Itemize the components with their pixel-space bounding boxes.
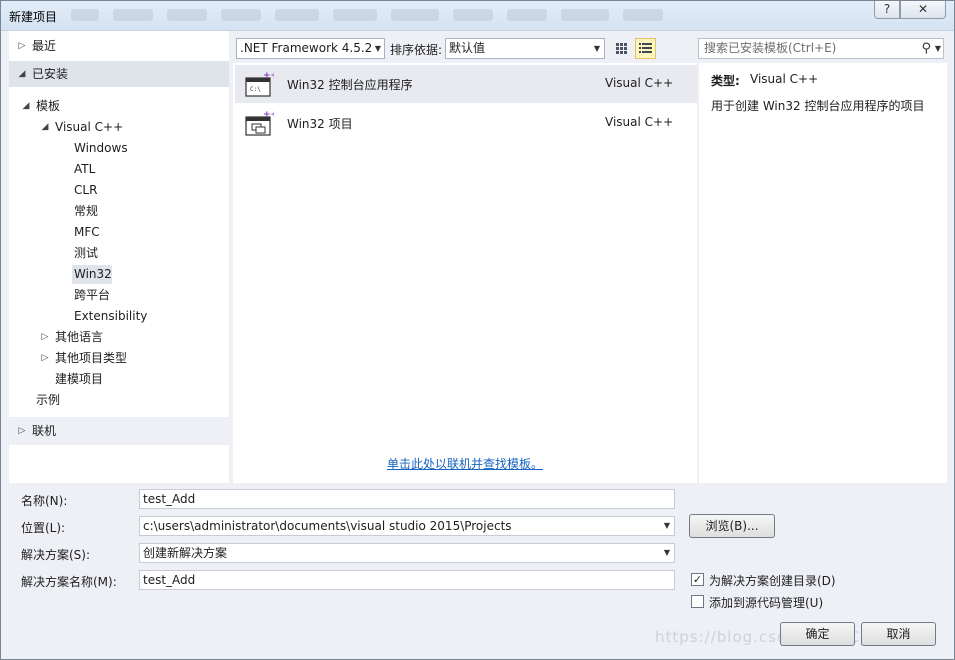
checkbox-checked-icon[interactable]: ✓ — [691, 573, 704, 586]
collapse-arrow-icon[interactable]: ◢ — [21, 96, 31, 117]
chevron-down-icon: ▼ — [374, 44, 381, 53]
collapse-arrow-icon[interactable]: ◢ — [17, 61, 27, 87]
grid-view-icon — [616, 43, 627, 54]
tree-item-mfc[interactable]: MFC — [9, 222, 229, 243]
search-input[interactable]: 搜索已安装模板(Ctrl+E) ⚲ ▼ — [698, 38, 944, 59]
expand-arrow-icon[interactable]: ▷ — [17, 418, 27, 444]
tree-item-recent[interactable]: ▷ 最近 — [9, 33, 229, 59]
grid-view-button[interactable] — [611, 38, 632, 59]
solution-name-label: 解决方案名称(M): — [21, 575, 117, 589]
template-item-console-app[interactable]: C:\ ++ Win32 控制台应用程序 Visual C++ — [235, 65, 697, 103]
blurred-background-text — [71, 9, 681, 23]
close-button[interactable]: ✕ — [900, 1, 946, 19]
expand-arrow-icon[interactable]: ▷ — [40, 348, 50, 369]
tree-item-clr[interactable]: CLR — [9, 180, 229, 201]
template-list: C:\ ++ Win32 控制台应用程序 Visual C++ ++ Win32… — [233, 63, 697, 483]
tree-item-win32[interactable]: Win32 — [9, 264, 229, 285]
help-button[interactable]: ? — [874, 1, 900, 19]
console-app-icon: C:\ ++ — [245, 71, 274, 97]
win32-project-icon: ++ — [245, 110, 274, 136]
tree-item-other-project-types[interactable]: ▷ 其他项目类型 — [9, 348, 229, 369]
chevron-down-icon: ▼ — [593, 44, 600, 53]
list-view-button[interactable] — [635, 38, 656, 59]
title-bar: 新建项目 ? ✕ — [1, 1, 954, 31]
template-description-pane: 类型: Visual C++ 用于创建 Win32 控制台应用程序的项目 — [699, 63, 947, 483]
chevron-down-icon[interactable]: ▼ — [664, 544, 670, 562]
project-name-field[interactable]: test_Add — [139, 489, 675, 509]
svg-text:++: ++ — [263, 110, 274, 120]
tree-item-atl[interactable]: ATL — [9, 159, 229, 180]
tree-item-installed[interactable]: ◢ 已安装 — [9, 61, 229, 87]
tree-item-extensibility[interactable]: Extensibility — [9, 306, 229, 327]
name-label: 名称(N): — [21, 494, 68, 508]
framework-dropdown[interactable]: .NET Framework 4.5.2 ▼ — [236, 38, 385, 59]
search-icon[interactable]: ⚲ — [921, 39, 931, 58]
find-templates-online-link[interactable]: 单击此处以联机并查找模板。 — [387, 455, 543, 472]
template-language: Visual C++ — [605, 76, 674, 90]
tree-item-templates[interactable]: ◢ 模板 — [9, 96, 229, 117]
chevron-down-icon[interactable]: ▼ — [935, 39, 941, 58]
location-combobox[interactable]: c:\users\administrator\documents\visual … — [139, 516, 675, 536]
location-label: 位置(L): — [21, 521, 66, 535]
solution-name-field[interactable]: test_Add — [139, 570, 675, 590]
solution-dropdown[interactable]: 创建新解决方案 ▼ — [139, 543, 675, 563]
checkbox-unchecked-icon[interactable] — [691, 595, 704, 608]
solution-label: 解决方案(S): — [21, 548, 91, 562]
expand-arrow-icon[interactable]: ▷ — [17, 33, 27, 59]
ok-button[interactable]: 确定 — [780, 622, 855, 646]
tree-item-visual-cpp[interactable]: ◢ Visual C++ — [9, 117, 229, 138]
template-category-tree: ▷ 最近 ◢ 已安装 ◢ 模板 ◢ Visual C++ Windows ATL… — [9, 31, 229, 483]
type-value: Visual C++ — [750, 72, 819, 86]
tree-item-windows[interactable]: Windows — [9, 138, 229, 159]
tree-item-test[interactable]: 测试 — [9, 243, 229, 264]
cancel-button[interactable]: 取消 — [861, 622, 936, 646]
description-text: 用于创建 Win32 控制台应用程序的项目 — [711, 99, 925, 113]
browse-button[interactable]: 浏览(B)... — [689, 514, 775, 538]
type-label: 类型: — [711, 74, 740, 88]
dialog-title: 新建项目 — [9, 10, 58, 24]
template-language: Visual C++ — [605, 115, 674, 129]
svg-text:++: ++ — [263, 71, 274, 81]
tree-item-samples[interactable]: 示例 — [9, 390, 229, 411]
template-name: Win32 控制台应用程序 — [287, 78, 413, 92]
tree-item-cross-platform[interactable]: 跨平台 — [9, 285, 229, 306]
list-view-icon — [639, 43, 652, 53]
collapse-arrow-icon[interactable]: ◢ — [40, 117, 50, 138]
tree-item-modeling-projects[interactable]: 建模项目 — [9, 369, 229, 390]
new-project-dialog: 新建项目 ? ✕ ▷ 最近 ◢ 已安装 ◢ 模板 ◢ Visual C++ Wi… — [0, 0, 955, 660]
template-name: Win32 项目 — [287, 117, 353, 131]
expand-arrow-icon[interactable]: ▷ — [40, 327, 50, 348]
sort-label: 排序依据: — [390, 43, 443, 57]
chevron-down-icon[interactable]: ▼ — [664, 517, 670, 535]
svg-text:C:\: C:\ — [250, 86, 261, 93]
sort-dropdown[interactable]: 默认值 ▼ — [445, 38, 605, 59]
template-item-win32-project[interactable]: ++ Win32 项目 Visual C++ — [235, 104, 697, 142]
tree-item-general[interactable]: 常规 — [9, 201, 229, 222]
tree-item-other-languages[interactable]: ▷ 其他语言 — [9, 327, 229, 348]
tree-item-online[interactable]: ▷ 联机 — [9, 418, 229, 444]
